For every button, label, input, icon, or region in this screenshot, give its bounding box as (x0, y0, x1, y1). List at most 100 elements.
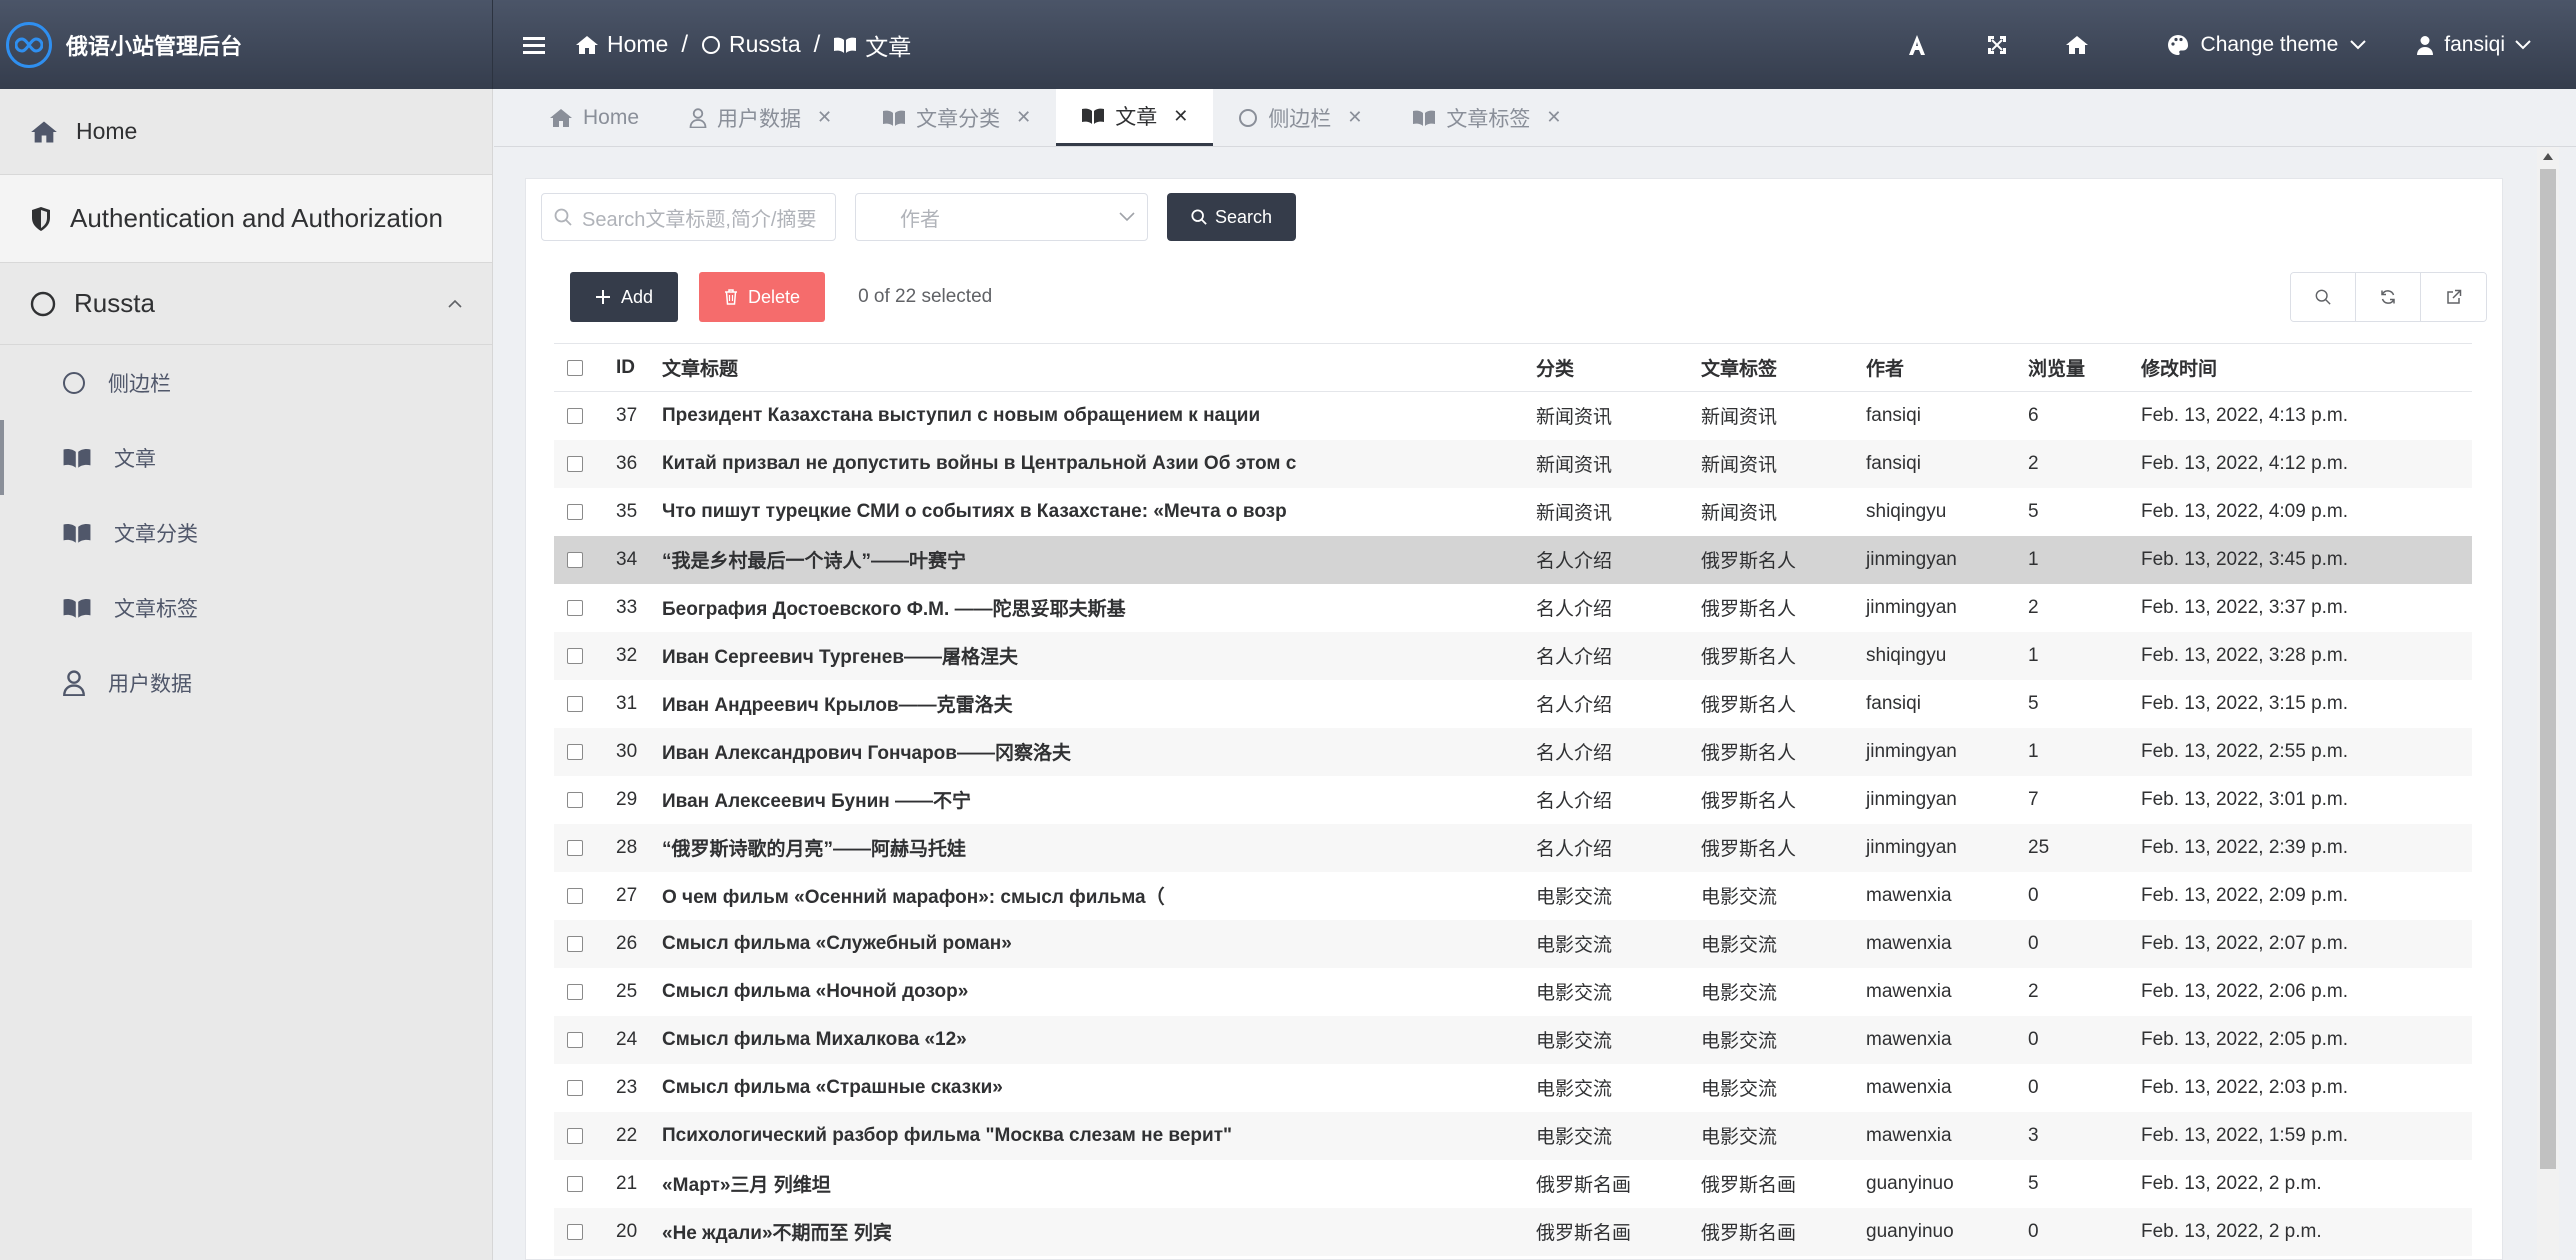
row-checkbox[interactable] (554, 680, 586, 728)
tab-home[interactable]: Home (524, 89, 664, 146)
cell-title[interactable]: Смысл фильма Михалкова «12» (646, 1015, 1536, 1064)
font-size-icon[interactable] (1877, 0, 1957, 89)
row-checkbox[interactable] (554, 776, 586, 824)
row-checkbox[interactable] (554, 1160, 586, 1208)
table-row[interactable]: 25 Смысл фильма «Ночной дозор» 电影交流 电影交流 maw… (554, 968, 2472, 1016)
sidebar-item-user-data[interactable]: 用户数据 (0, 645, 492, 720)
sidebar-item-home[interactable]: Home (0, 89, 492, 175)
table-row[interactable]: 33 Беография Достоевского Ф.М. ——陀思妥耶夫斯基名… (554, 584, 2472, 632)
row-checkbox[interactable] (554, 631, 586, 680)
fullscreen-icon[interactable] (1957, 0, 2037, 89)
sidebar-item-article-tag[interactable]: 文章标签 (0, 570, 492, 645)
col-category[interactable]: 分类 (1536, 343, 1701, 392)
delete-button[interactable]: Delete (699, 272, 826, 322)
row-checkbox[interactable] (554, 584, 586, 632)
sidebar-item-auth[interactable]: Authentication and Authorization (0, 175, 492, 263)
table-row[interactable]: 31 Иван Андреевич Крылов——克雷洛夫 名人介绍 俄罗斯名人 fa… (554, 680, 2472, 728)
export-button[interactable] (2421, 273, 2486, 321)
cell-title[interactable]: “我是乡村最后一个诗人”——叶赛宁 (646, 535, 1536, 584)
table-row[interactable]: 23 Смысл фильма «Страшные сказки» 电影交流 电影交流… (554, 1064, 2472, 1112)
row-checkbox[interactable] (554, 439, 586, 488)
table-row[interactable]: 20 «Не ждали»不期而至 列宾 俄罗斯名画 俄罗斯名画 guanyinuo 0 F… (554, 1207, 2472, 1256)
table-row[interactable]: 24 Смысл фильма Михалкова «12» 电影交流 电影交流 maw… (554, 1015, 2472, 1064)
close-icon[interactable]: ✕ (817, 107, 832, 128)
table-row[interactable]: 34 “我是乡村最后一个诗人”——叶赛宁 名人介绍 俄罗斯名人 jinmingyan 1 F… (554, 535, 2472, 584)
breadcrumb-section[interactable]: Russta (701, 31, 801, 58)
cell-title[interactable]: Президент Казахстана выступил с новым об… (646, 392, 1536, 440)
col-title[interactable]: 文章标题 (646, 343, 1536, 392)
cell-title[interactable]: Иван Сергеевич Тургенев——屠格涅夫 (646, 631, 1536, 680)
row-checkbox[interactable] (554, 872, 586, 920)
sidebar-group-russta[interactable]: Russta (0, 263, 492, 345)
cell-title[interactable]: Беография Достоевского Ф.М. ——陀思妥耶夫斯基 (646, 584, 1536, 632)
tab-article[interactable]: 文章 ✕ (1056, 89, 1214, 146)
cell-title[interactable]: Смысл фильма «Страшные сказки» (646, 1064, 1536, 1112)
change-theme-menu[interactable]: Change theme (2167, 33, 2367, 57)
add-button[interactable]: Add (570, 272, 679, 322)
tab-article-category[interactable]: 文章分类 ✕ (857, 89, 1056, 146)
row-checkbox[interactable] (554, 968, 586, 1016)
cell-title[interactable]: «Не ждали»不期而至 列宾 (646, 1207, 1536, 1256)
cell-title[interactable]: Иван Алексеевич Бунин ——不宁 (646, 776, 1536, 824)
search-button[interactable]: Search (1167, 193, 1297, 241)
sidebar-item-article[interactable]: 文章 (0, 420, 492, 495)
cell-title[interactable]: Смысл фильма «Ночной дозор» (646, 968, 1536, 1016)
vertical-scrollbar[interactable] (2537, 147, 2559, 1260)
row-checkbox[interactable] (554, 1015, 586, 1064)
row-checkbox[interactable] (554, 488, 586, 536)
tab-sidebar[interactable]: 侧边栏 ✕ (1213, 89, 1387, 146)
table-row[interactable]: 26 Смысл фильма «Служебный роман» 电影交流 电影交流… (554, 919, 2472, 968)
row-checkbox[interactable] (554, 1064, 586, 1112)
table-row[interactable]: 32 Иван Сергеевич Тургенев——屠格涅夫 名人介绍 俄罗斯名人… (554, 631, 2472, 680)
refresh-button[interactable] (2356, 273, 2421, 321)
col-tag[interactable]: 文章标签 (1701, 343, 1866, 392)
tab-user-data[interactable]: 用户数据 ✕ (664, 89, 857, 146)
cell-title[interactable]: Смысл фильма «Служебный роман» (646, 919, 1536, 968)
table-row[interactable]: 22 Психологический разбор фильма "Москва … (554, 1111, 2472, 1160)
row-checkbox[interactable] (554, 919, 586, 968)
row-checkbox[interactable] (554, 1111, 586, 1160)
row-checkbox[interactable] (554, 727, 586, 776)
table-row[interactable]: 21 «Март»三月 列维坦 俄罗斯名画 俄罗斯名画 guanyinuo 5 Feb. 1… (554, 1160, 2472, 1208)
cell-title[interactable]: Китай призвал не допустить войны в Центр… (646, 439, 1536, 488)
close-icon[interactable]: ✕ (1173, 106, 1188, 127)
close-icon[interactable]: ✕ (1347, 107, 1362, 128)
cell-title[interactable]: «Март»三月 列维坦 (646, 1160, 1536, 1208)
scrollbar-thumb[interactable] (2540, 169, 2556, 1169)
scroll-up-arrow-icon[interactable] (2543, 153, 2553, 160)
user-menu[interactable]: fansiqi (2416, 33, 2531, 57)
col-author[interactable]: 作者 (1866, 343, 2028, 392)
sidebar-item-article-category[interactable]: 文章分类 (0, 495, 492, 570)
table-row[interactable]: 37 Президент Казахстана выступил с новым … (554, 392, 2472, 440)
home-icon[interactable] (2037, 0, 2117, 89)
search-toggle-button[interactable] (2291, 273, 2356, 321)
row-checkbox[interactable] (554, 392, 586, 440)
cell-title[interactable]: Иван Александрович Гончаров——冈察洛夫 (646, 727, 1536, 776)
menu-toggle-icon[interactable] (523, 36, 545, 54)
close-icon[interactable]: ✕ (1016, 107, 1031, 128)
table-row[interactable]: 30 Иван Александрович Гончаров——冈察洛夫 名人介绍俄… (554, 727, 2472, 776)
row-checkbox[interactable] (554, 1207, 586, 1256)
cell-title[interactable]: Психологический разбор фильма "Москва сл… (646, 1111, 1536, 1160)
col-modified[interactable]: 修改时间 (2141, 343, 2472, 392)
row-checkbox[interactable] (554, 535, 586, 584)
select-all-checkbox[interactable] (554, 343, 586, 392)
cell-title[interactable]: “俄罗斯诗歌的月亮”——阿赫马托娃 (646, 823, 1536, 872)
cell-title[interactable]: О чем фильм «Осенний марафон»: смысл фил… (646, 872, 1536, 920)
table-row[interactable]: 27 О чем фильм «Осенний марафон»: смысл ф… (554, 872, 2472, 920)
close-icon[interactable]: ✕ (1546, 107, 1561, 128)
cell-title[interactable]: Иван Андреевич Крылов——克雷洛夫 (646, 680, 1536, 728)
sidebar-item-sidebar[interactable]: 侧边栏 (0, 345, 492, 420)
col-id[interactable]: ID (586, 343, 646, 392)
cell-title[interactable]: Что пишут турецкие СМИ о событиях в Каза… (646, 488, 1536, 536)
table-row[interactable]: 35 Что пишут турецкие СМИ о событиях в Ка… (554, 488, 2472, 536)
tab-article-tag[interactable]: 文章标签 ✕ (1387, 89, 1586, 146)
table-row[interactable]: 36 Китай призвал не допустить войны в Цен… (554, 439, 2472, 488)
brand[interactable]: 俄语小站管理后台 (0, 0, 493, 89)
breadcrumb-home[interactable]: Home (575, 31, 668, 58)
col-views[interactable]: 浏览量 (2028, 343, 2141, 392)
row-checkbox[interactable] (554, 823, 586, 872)
search-input[interactable]: Search文章标题,简介/摘要 (541, 193, 836, 241)
table-row[interactable]: 28 “俄罗斯诗歌的月亮”——阿赫马托娃 名人介绍 俄罗斯名人 jinmingyan 25… (554, 823, 2472, 872)
table-row[interactable]: 29 Иван Алексеевич Бунин ——不宁 名人介绍 俄罗斯名人 jin… (554, 776, 2472, 824)
